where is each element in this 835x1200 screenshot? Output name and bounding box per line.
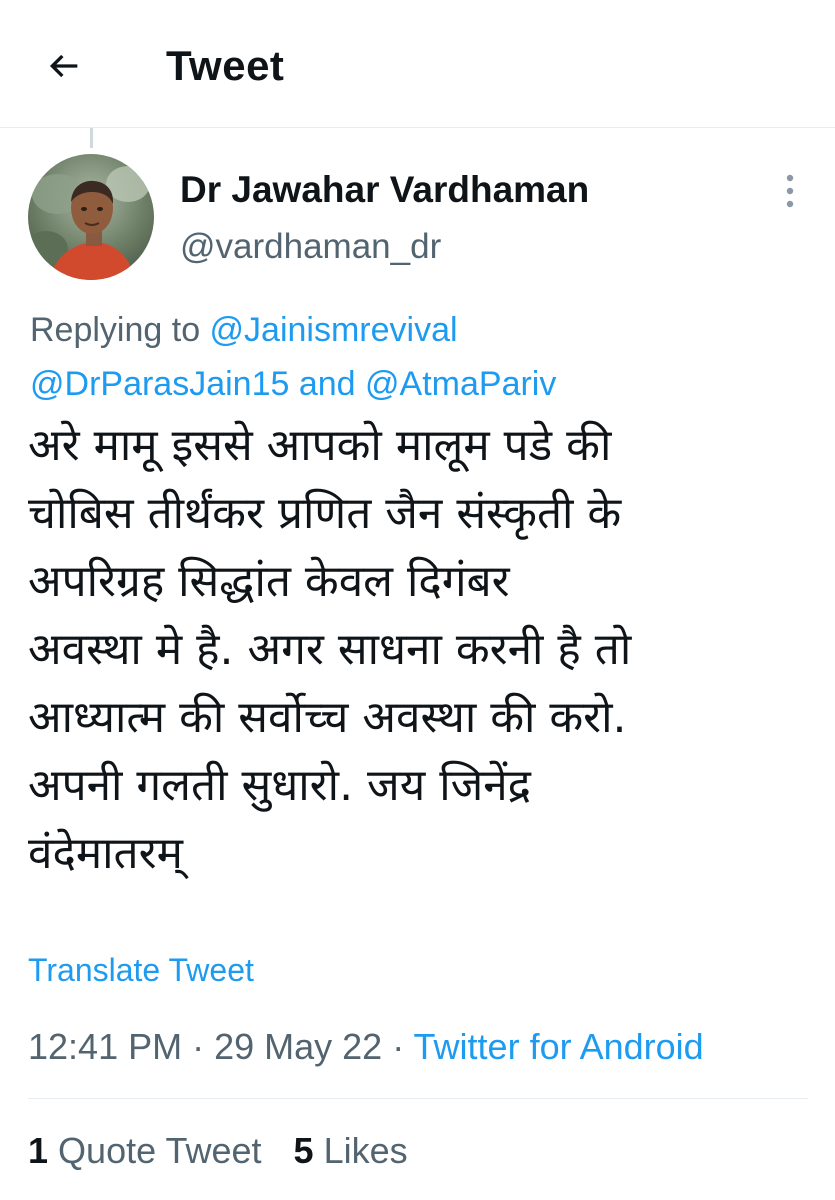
tweet-date[interactable]: 29 May 22 [214,1026,382,1067]
tweet-text-line: अपनी गलती सुधारो. जय जिनेंद्र [28,760,532,811]
replying-to-label: Replying to [30,311,210,349]
back-button[interactable] [36,40,92,96]
meta-separator: · [382,1026,414,1067]
more-options-button[interactable] [770,170,810,216]
quote-tweets-count: 1 [28,1130,49,1171]
tweet-text-line: वंदेमातरम् [28,828,183,879]
likes-label: Likes [323,1130,408,1171]
translate-tweet-link[interactable]: Translate Tweet [28,948,254,992]
divider [28,1098,808,1099]
engagement-stats: 1 Quote Tweet 5 Likes [28,1126,430,1176]
arrow-left-icon [44,46,84,90]
tweet-text-line: चोबिस तीर्थंकर प्रणित जैन संस्कृती के [28,488,622,539]
author-handle[interactable]: @vardhaman_dr [180,224,441,270]
mention-link[interactable]: @DrParasJain15 [30,365,289,403]
author-avatar[interactable] [28,154,154,280]
page-title: Tweet [166,42,285,89]
mention-link[interactable]: @AtmaPariv [365,365,556,403]
meta-separator: · [182,1026,215,1067]
quote-tweets-stat[interactable]: 1 Quote Tweet [28,1130,262,1171]
quote-tweets-label: Quote Tweet [58,1130,262,1171]
tweet-text-line: आध्यात्म की सर्वोच्च अवस्था की करो. [28,692,627,743]
tweet-text-line: अपरिग्रह सिद्धांत केवल दिगंबर [28,556,510,607]
tweet-source-link[interactable]: Twitter for Android [414,1026,704,1067]
replying-conjunction[interactable]: and [289,365,365,403]
tweet-text-line: अरे मामू इससे आपको मालूम पडे की [28,420,612,471]
likes-stat[interactable]: 5 Likes [294,1130,408,1171]
profile-photo-icon [28,154,154,280]
tweet-time[interactable]: 12:41 PM [28,1026,182,1067]
thread-connector-line [90,128,93,148]
replying-to-line-2: @DrParasJain15 and @AtmaPariv [30,360,556,408]
tweet-text: अरे मामू इससे आपको मालूम पडे की चोबिस ती… [28,412,808,888]
replying-to-line-1: Replying to @Jainismrevival [30,306,458,354]
tweet-metadata: 12:41 PM · 29 May 22 · Twitter for Andro… [28,1022,704,1072]
more-vertical-icon [786,174,794,212]
top-bar: Tweet [0,0,835,128]
tweet-text-line: अवस्था मे है. अगर साधना करनी है तो [28,624,632,675]
mention-link[interactable]: @Jainismrevival [210,311,458,349]
likes-count: 5 [293,1130,314,1171]
author-display-name[interactable]: Dr Jawahar Vardhaman [180,166,589,214]
